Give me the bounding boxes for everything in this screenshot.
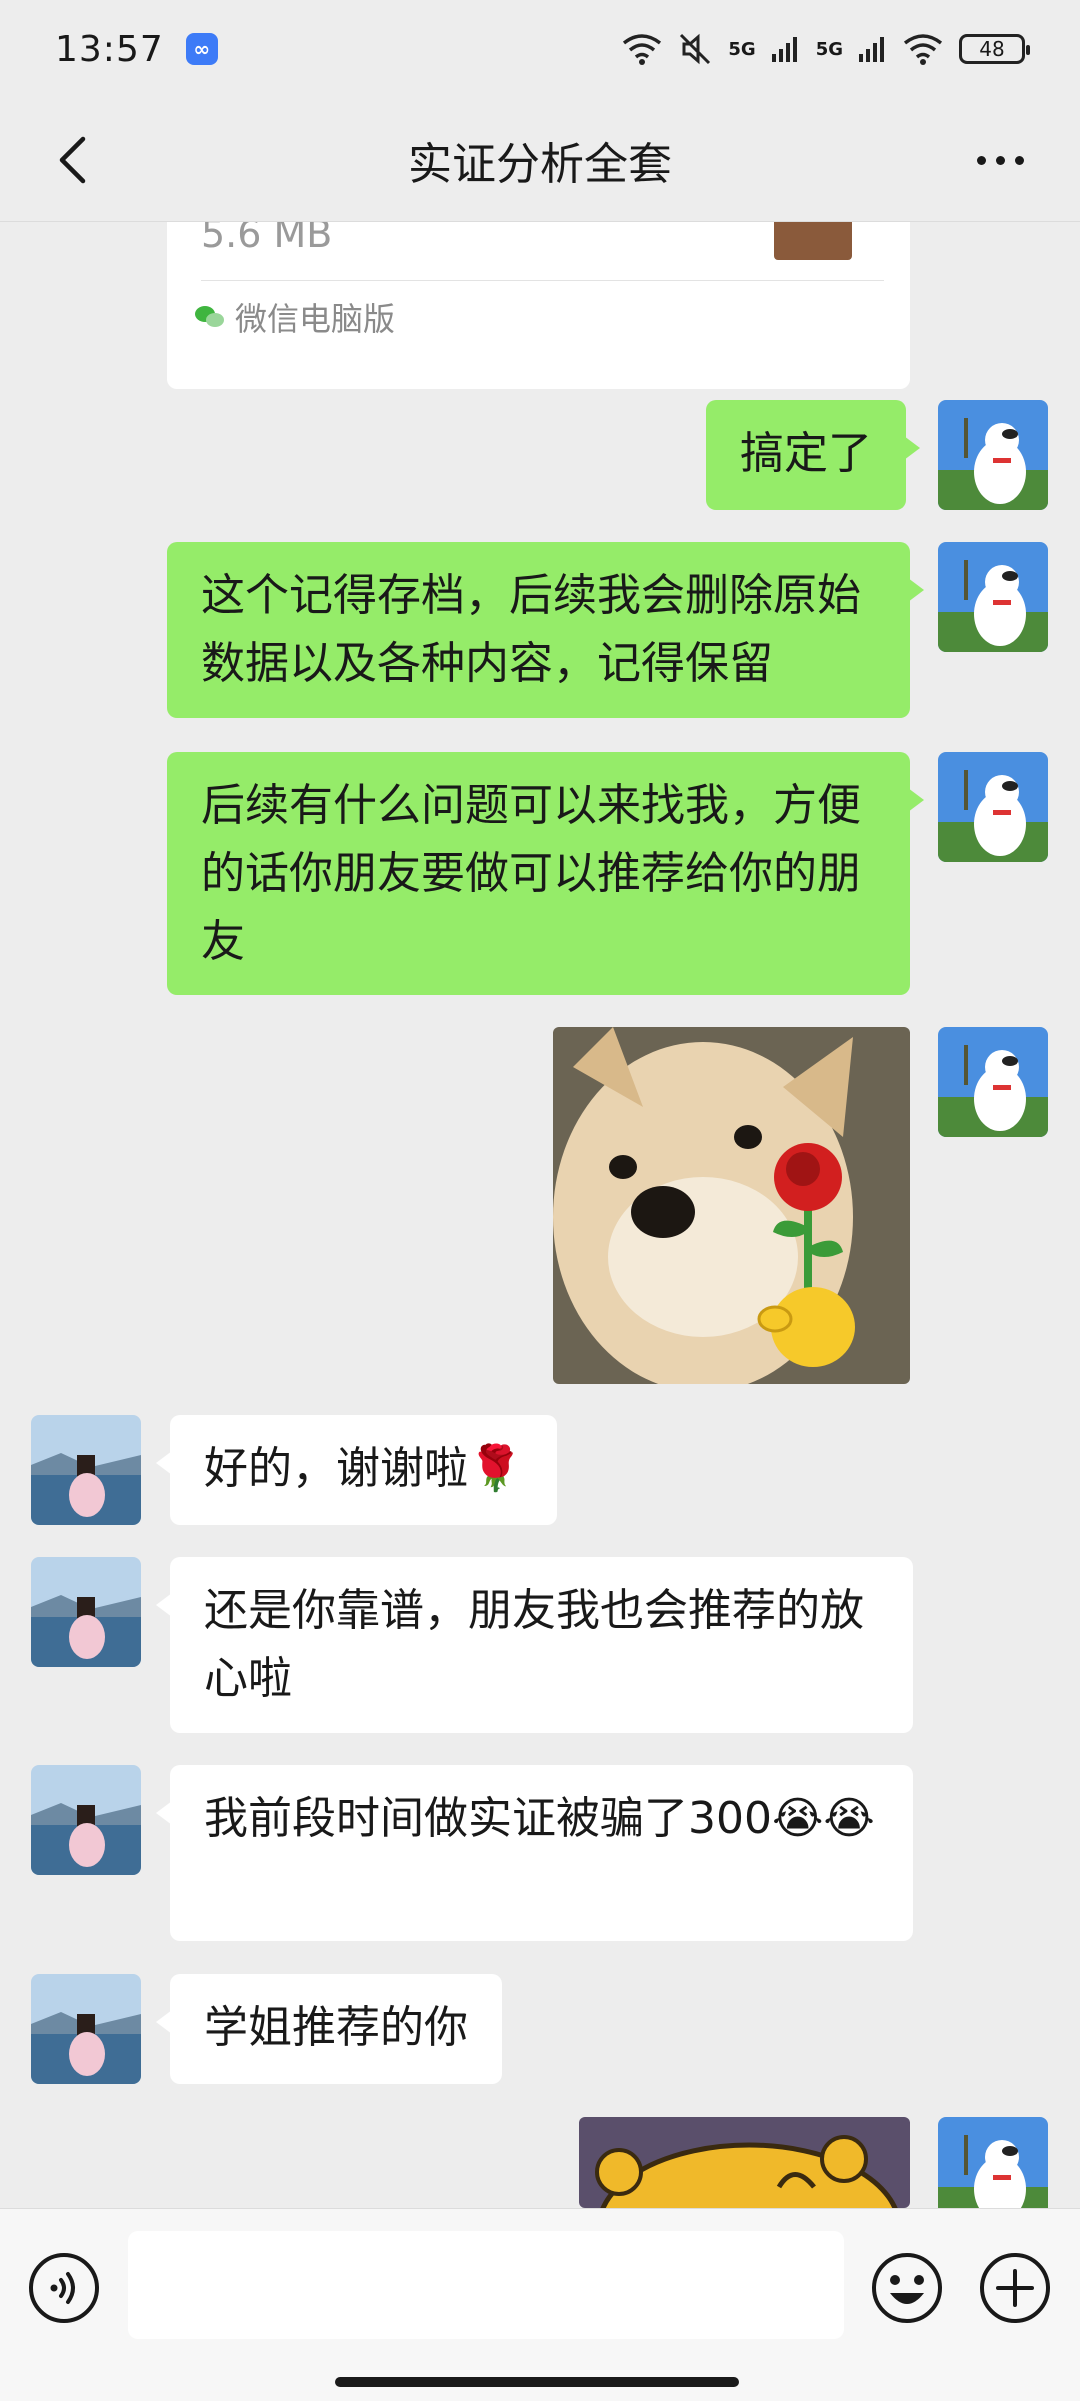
wifi-icon-2 [903, 34, 943, 65]
emoji-icon[interactable] [870, 2251, 944, 2325]
status-time: 13:57 [55, 28, 164, 70]
home-indicator[interactable] [335, 2377, 739, 2387]
contact-avatar[interactable] [31, 1415, 141, 1525]
file-source-label: 微信电脑版 [235, 300, 396, 338]
battery-level: 48 [979, 37, 1005, 61]
shiba-dog-with-rose-sticker[interactable] [553, 1027, 910, 1384]
message-text: 这个记得存档，后续我会删除原始数据以及各种内容，记得保留 [201, 570, 861, 689]
input-toolbar [0, 2208, 1080, 2401]
message-bubble-received[interactable]: 还是你靠谱，朋友我也会推荐的放心啦 [156, 1557, 913, 1733]
back-chevron-icon[interactable] [40, 128, 104, 192]
message-bubble-received[interactable]: 学姐推荐的你 [156, 1974, 502, 2084]
contact-avatar[interactable] [31, 1557, 141, 1667]
message-bubble-sent[interactable]: 搞定了 [706, 400, 920, 510]
file-message-card[interactable]: 5.6 MB 微信电脑版 [167, 222, 910, 389]
file-card-divider [201, 280, 884, 281]
my-avatar[interactable] [938, 542, 1048, 652]
message-text: 还是你靠谱，朋友我也会推荐的放心啦 [204, 1585, 864, 1704]
my-avatar[interactable] [938, 400, 1048, 510]
network-label-1: 5G [728, 38, 756, 60]
message-bubble-sent[interactable]: 这个记得存档，后续我会删除原始数据以及各种内容，记得保留 [167, 542, 924, 718]
message-text: 后续有什么问题可以来找我，方便的话你朋友要做可以推荐给你的朋友 [201, 780, 861, 967]
status-bar: 13:57 ∞ 5G 5G 48 [0, 0, 1080, 98]
file-source: 微信电脑版 [195, 294, 395, 340]
my-avatar[interactable] [938, 1027, 1048, 1137]
status-icons: 5G 5G 48 [622, 32, 1030, 66]
my-avatar[interactable] [938, 752, 1048, 862]
message-bubble-received[interactable]: 好的，谢谢啦🌹 [156, 1415, 557, 1525]
message-bubble-received[interactable]: 我前段时间做实证被骗了300😭😭 [156, 1765, 913, 1941]
message-text: 搞定了 [740, 428, 872, 479]
message-text: 我前段时间做实证被骗了300😭😭 [204, 1793, 875, 1844]
contact-avatar[interactable] [31, 1974, 141, 2084]
contact-avatar[interactable] [31, 1765, 141, 1875]
cartoon-bear-sticker[interactable] [579, 2117, 910, 2208]
wifi-icon [623, 34, 662, 65]
network-label-2: 5G [815, 38, 843, 60]
plus-icon[interactable] [978, 2251, 1052, 2325]
my-avatar[interactable] [938, 2117, 1048, 2208]
message-text: 学姐推荐的你 [204, 2002, 468, 2053]
signal-icon-1 [771, 37, 797, 62]
mute-icon [680, 33, 711, 65]
chat-title: 实证分析全套 [408, 138, 672, 190]
message-bubble-sent[interactable]: 后续有什么问题可以来找我，方便的话你朋友要做可以推荐给你的朋友 [167, 752, 924, 995]
battery-icon: 48 [959, 34, 1030, 64]
message-text: 好的，谢谢啦🌹 [204, 1443, 523, 1494]
file-type-icon [774, 222, 852, 260]
voice-icon[interactable] [27, 2251, 101, 2325]
message-input[interactable] [128, 2231, 844, 2339]
notification-app-icon: ∞ [185, 33, 218, 65]
file-size: 5.6 MB [201, 222, 333, 256]
signal-icon-2 [859, 37, 884, 62]
more-dots-icon[interactable] [960, 128, 1040, 192]
chat-header: 实证分析全套 [0, 98, 1080, 222]
wechat-icon [195, 304, 225, 330]
message-list[interactable]: 5.6 MB 微信电脑版 搞定了 这个记得存档，后续我会删除原始数据以及各种内容… [0, 222, 1080, 2208]
